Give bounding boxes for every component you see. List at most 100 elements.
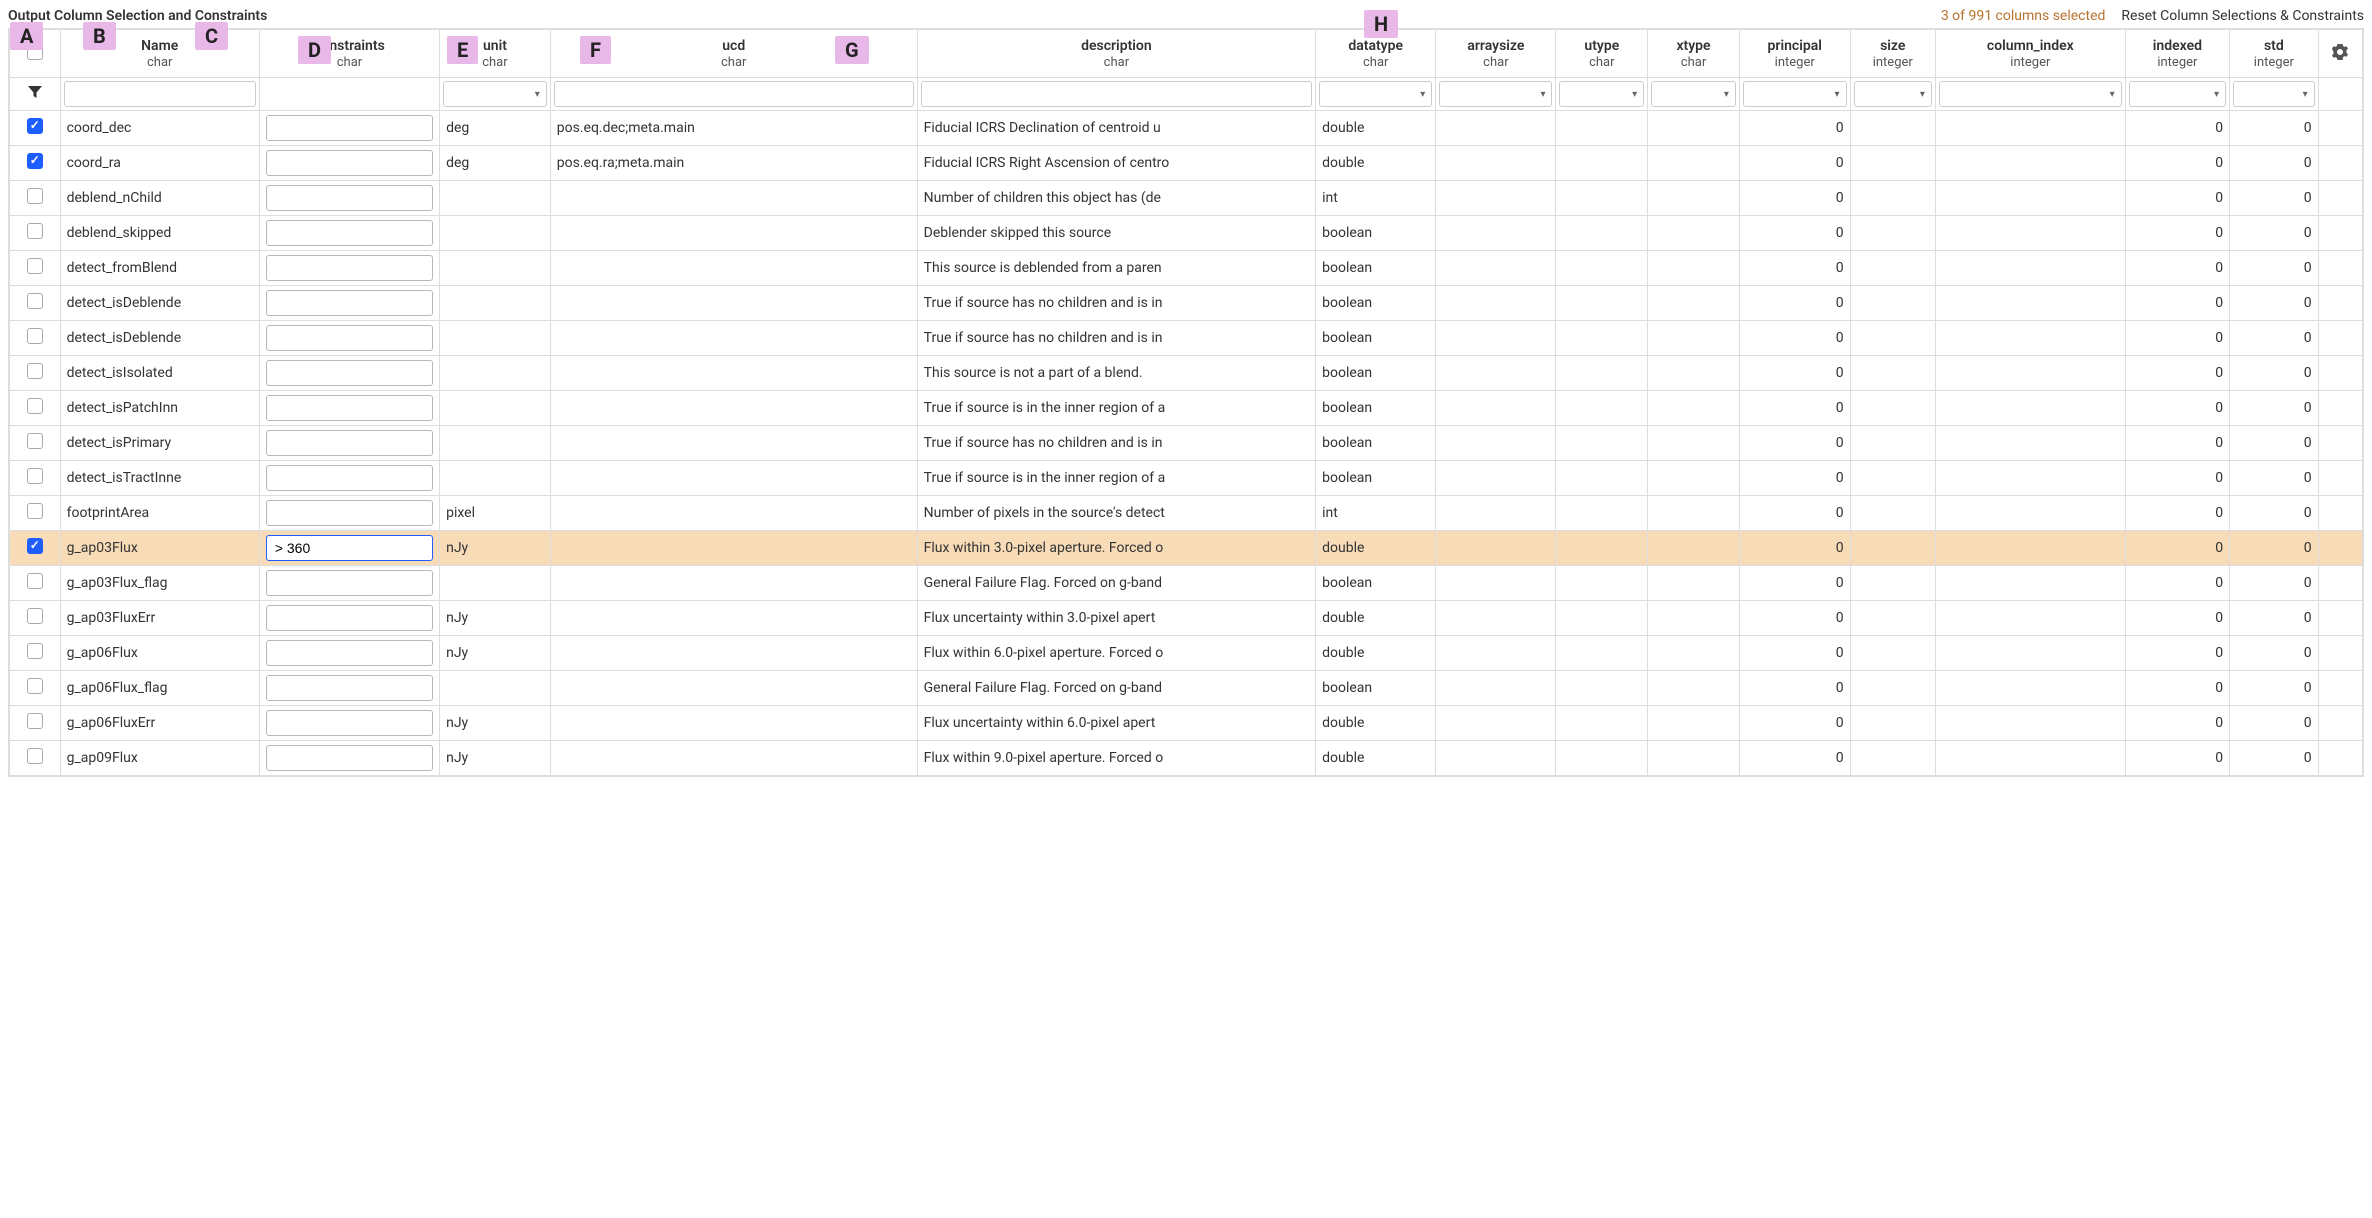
col-header-name[interactable]: Namechar (60, 30, 259, 78)
row-checkbox[interactable] (27, 433, 43, 449)
row-checkbox[interactable] (27, 293, 43, 309)
table-row[interactable]: coord_decdegpos.eq.dec;meta.mainFiducial… (10, 111, 2363, 146)
col-header-ucd[interactable]: ucdchar (550, 30, 917, 78)
select-all-checkbox[interactable] (27, 44, 43, 60)
constraint-input[interactable] (266, 640, 433, 666)
table-row[interactable]: detect_isPrimaryTrue if source has no ch… (10, 426, 2363, 461)
table-row[interactable]: g_ap09FluxnJyFlux within 9.0-pixel apert… (10, 741, 2363, 776)
constraint-input[interactable] (266, 675, 433, 701)
row-checkbox[interactable] (27, 748, 43, 764)
constraint-input[interactable] (266, 710, 433, 736)
table-row[interactable]: g_ap03FluxnJyFlux within 3.0-pixel apert… (10, 531, 2363, 566)
table-row[interactable]: detect_isPatchInnTrue if source is in th… (10, 391, 2363, 426)
table-row[interactable]: deblend_skippedDeblender skipped this so… (10, 216, 2363, 251)
table-row[interactable]: detect_isDeblendeTrue if source has no c… (10, 321, 2363, 356)
constraint-input[interactable] (266, 325, 433, 351)
cell-utype (1556, 461, 1648, 496)
row-checkbox[interactable] (27, 258, 43, 274)
cell-colindex (1935, 251, 2125, 286)
constraint-input[interactable] (266, 360, 433, 386)
table-row[interactable]: deblend_nChildNumber of children this ob… (10, 181, 2363, 216)
row-checkbox[interactable] (27, 223, 43, 239)
constraint-input[interactable] (266, 220, 433, 246)
constraint-input[interactable] (266, 605, 433, 631)
constraint-input[interactable] (266, 395, 433, 421)
row-checkbox[interactable] (27, 573, 43, 589)
filter-input-Name[interactable] (64, 81, 256, 107)
constraint-input[interactable] (266, 115, 433, 141)
col-header-indexed[interactable]: indexedinteger (2125, 30, 2229, 78)
row-checkbox[interactable] (27, 153, 43, 169)
row-checkbox[interactable] (27, 713, 43, 729)
row-checkbox[interactable] (27, 118, 43, 134)
filter-dd-xtype[interactable] (1651, 81, 1736, 107)
constraint-input[interactable] (266, 745, 433, 771)
filter-dd-principal[interactable] (1743, 81, 1847, 107)
table-row[interactable]: g_ap03Flux_flagGeneral Failure Flag. For… (10, 566, 2363, 601)
gear-icon[interactable] (2318, 30, 2362, 78)
table-row[interactable]: g_ap06Flux_flagGeneral Failure Flag. For… (10, 671, 2363, 706)
constraint-input[interactable] (266, 570, 433, 596)
row-checkbox[interactable] (27, 468, 43, 484)
constraint-input[interactable] (266, 535, 433, 561)
table-row[interactable]: g_ap06FluxErrnJyFlux uncertainty within … (10, 706, 2363, 741)
cell-xtype (1648, 601, 1740, 636)
constraint-input[interactable] (266, 465, 433, 491)
col-header-utype[interactable]: utypechar (1556, 30, 1648, 78)
filter-input-description[interactable] (921, 81, 1312, 107)
filter-dd-std[interactable] (2233, 81, 2315, 107)
table-row[interactable]: g_ap03FluxErrnJyFlux uncertainty within … (10, 601, 2363, 636)
table-row[interactable]: detect_isDeblendeTrue if source has no c… (10, 286, 2363, 321)
constraint-input[interactable] (266, 255, 433, 281)
row-checkbox[interactable] (27, 608, 43, 624)
row-checkbox[interactable] (27, 678, 43, 694)
constraint-input[interactable] (266, 500, 433, 526)
table-row[interactable]: detect_isTractInneTrue if source is in t… (10, 461, 2363, 496)
row-checkbox[interactable] (27, 188, 43, 204)
cell-principal: 0 (1739, 111, 1850, 146)
filter-dd-arraysize[interactable] (1439, 81, 1552, 107)
constraint-input[interactable] (266, 150, 433, 176)
cell-name: g_ap06Flux (60, 636, 259, 671)
filter-dd-unit[interactable] (443, 81, 547, 107)
cell-unit (440, 321, 551, 356)
cell-xtype (1648, 111, 1740, 146)
table-row[interactable]: footprintAreapixelNumber of pixels in th… (10, 496, 2363, 531)
filter-icon[interactable] (10, 78, 61, 111)
constraint-input[interactable] (266, 430, 433, 456)
filter-dd-indexed[interactable] (2129, 81, 2226, 107)
cell-principal: 0 (1739, 706, 1850, 741)
col-header-arraysize[interactable]: arraysizechar (1436, 30, 1556, 78)
col-header-xtype[interactable]: xtypechar (1648, 30, 1740, 78)
col-header-description[interactable]: descriptionchar (917, 30, 1315, 78)
cell-unit: deg (440, 111, 551, 146)
cell-indexed: 0 (2125, 566, 2229, 601)
cell-xtype (1648, 391, 1740, 426)
col-header-principal[interactable]: principalinteger (1739, 30, 1850, 78)
constraint-input[interactable] (266, 290, 433, 316)
row-checkbox[interactable] (27, 538, 43, 554)
reset-button[interactable]: Reset Column Selections & Constraints (2121, 8, 2364, 24)
table-row[interactable]: detect_isIsolatedThis source is not a pa… (10, 356, 2363, 391)
col-header-constraints[interactable]: constraintschar (259, 30, 439, 78)
col-header-datatype[interactable]: datatypechar (1316, 30, 1436, 78)
table-row[interactable]: detect_fromBlendThis source is deblended… (10, 251, 2363, 286)
col-header-size[interactable]: sizeinteger (1850, 30, 1935, 78)
filter-input-ucd[interactable] (554, 81, 914, 107)
filter-dd-column_index[interactable] (1939, 81, 2122, 107)
row-checkbox[interactable] (27, 643, 43, 659)
col-header-unit[interactable]: unitchar (440, 30, 551, 78)
row-checkbox[interactable] (27, 363, 43, 379)
table-row[interactable]: g_ap06FluxnJyFlux within 6.0-pixel apert… (10, 636, 2363, 671)
filter-dd-size[interactable] (1854, 81, 1932, 107)
cell-xtype (1648, 461, 1740, 496)
table-row[interactable]: coord_radegpos.eq.ra;meta.mainFiducial I… (10, 146, 2363, 181)
row-checkbox[interactable] (27, 503, 43, 519)
col-header-column_index[interactable]: column_indexinteger (1935, 30, 2125, 78)
filter-dd-datatype[interactable] (1319, 81, 1432, 107)
row-checkbox[interactable] (27, 398, 43, 414)
constraint-input[interactable] (266, 185, 433, 211)
filter-dd-utype[interactable] (1559, 81, 1644, 107)
row-checkbox[interactable] (27, 328, 43, 344)
col-header-std[interactable]: stdinteger (2230, 30, 2319, 78)
